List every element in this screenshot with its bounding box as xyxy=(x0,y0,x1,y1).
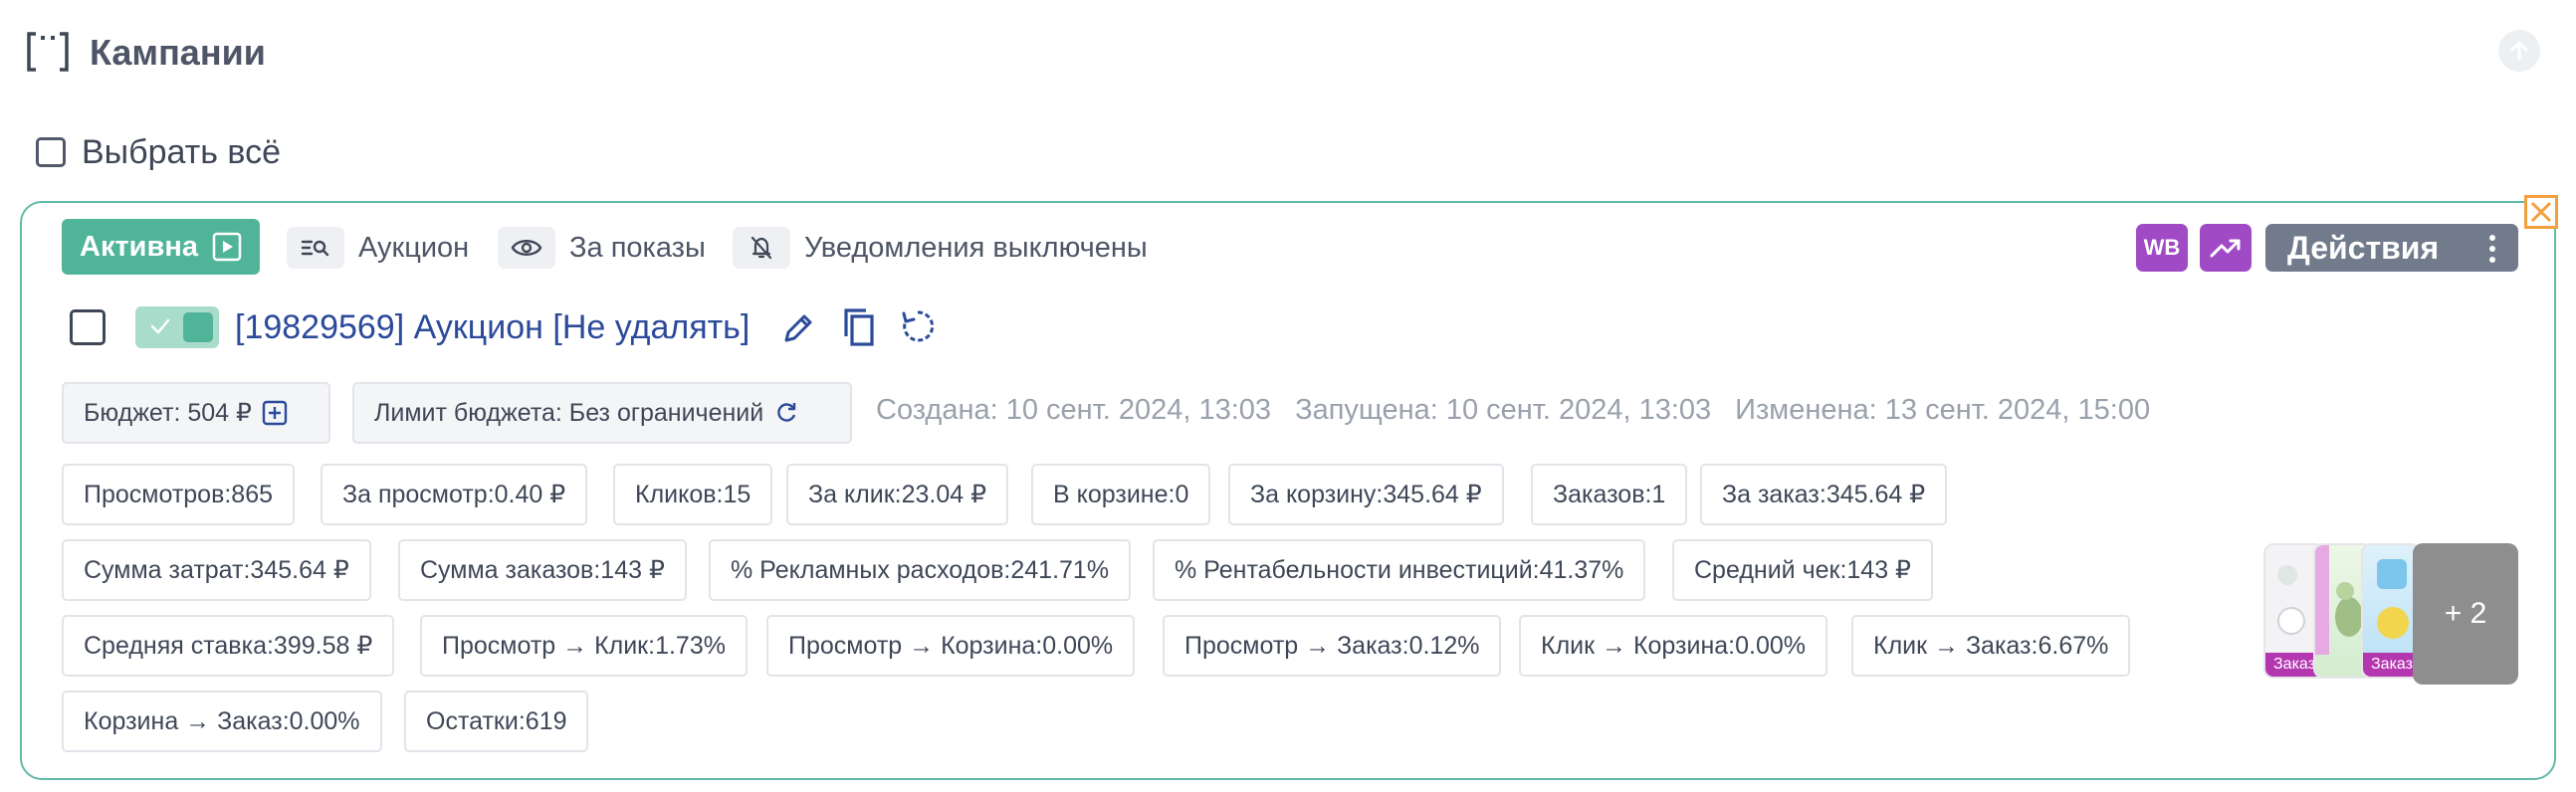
metric-chip: Средний чек:143 ₽ xyxy=(1672,539,1933,601)
arrow-up-icon xyxy=(2510,41,2528,61)
thumbnail-band: Заказ xyxy=(2363,653,2419,677)
metric-chip: Клик → Заказ:6.67% xyxy=(1851,615,2131,677)
tag-auction: Аукцион xyxy=(287,225,469,271)
stats-button[interactable] xyxy=(2200,224,2252,272)
add-box-icon[interactable] xyxy=(262,400,288,426)
refresh-icon[interactable] xyxy=(900,308,936,349)
select-all[interactable]: Выбрать всё xyxy=(36,130,281,174)
actions-button[interactable]: Действия xyxy=(2265,224,2518,272)
campaign-toggle[interactable] xyxy=(135,306,219,348)
metric-chip: % Рекламных расходов:241.71% xyxy=(709,539,1132,601)
status-active-button[interactable]: Активна xyxy=(62,219,260,275)
select-all-checkbox[interactable] xyxy=(36,137,66,167)
tag-notifications: Уведомления выключены xyxy=(733,225,1148,271)
metric-chip: Заказов:1 xyxy=(1531,464,1688,525)
metric-chip: Клик → Корзина:0.00% xyxy=(1519,615,1828,677)
metric-chip: Просмотр → Заказ:0.12% xyxy=(1163,615,1502,677)
actions-label: Действия xyxy=(2287,229,2440,266)
close-icon[interactable] xyxy=(2524,195,2558,229)
page-title: Кампании xyxy=(90,32,266,73)
metric-chip: Кликов:15 xyxy=(613,464,773,525)
budget-limit-label: Лимит бюджета: Без ограничений xyxy=(374,398,764,427)
search-list-icon xyxy=(287,227,344,269)
tag-label: Аукцион xyxy=(358,231,470,264)
bell-off-icon xyxy=(733,227,790,269)
metric-chip: Просмотров:865 xyxy=(62,464,296,525)
edit-icon[interactable] xyxy=(782,310,816,349)
metric-chip: % Рентабельности инвестиций:41.37% xyxy=(1153,539,1646,601)
metric-chip: За просмотр:0.40 ₽ xyxy=(321,464,588,525)
campaign-name-link[interactable]: [19829569] Аукцион [Не удалять] xyxy=(235,304,750,350)
budget-chip[interactable]: Бюджет: 504 ₽ xyxy=(62,382,330,444)
tag-label: Уведомления выключены xyxy=(804,231,1148,264)
metric-chip: Просмотр → Корзина:0.00% xyxy=(766,615,1136,677)
metric-chip: За корзину:345.64 ₽ xyxy=(1228,464,1504,525)
budget-label: Бюджет: 504 ₽ xyxy=(84,399,252,427)
metric-chip: Корзина → Заказ:0.00% xyxy=(62,691,382,752)
scroll-top-button[interactable] xyxy=(2498,30,2540,72)
metric-chip: В корзине:0 xyxy=(1031,464,1211,525)
wb-button[interactable]: WB xyxy=(2136,224,2188,272)
toggle-knob xyxy=(183,312,213,342)
metric-chip: Сумма затрат:345.64 ₽ xyxy=(62,539,371,601)
play-icon xyxy=(212,232,242,262)
tag-impressions: За показы xyxy=(498,225,706,271)
status-label: Активна xyxy=(80,230,198,263)
metric-chip: За клик:23.04 ₽ xyxy=(786,464,1009,525)
metric-chip: За заказ:345.64 ₽ xyxy=(1700,464,1948,525)
metric-chip: Просмотр → Клик:1.73% xyxy=(420,615,748,677)
check-icon xyxy=(150,318,170,334)
campaign-checkbox[interactable] xyxy=(70,309,106,345)
budget-limit-chip[interactable]: Лимит бюджета: Без ограничений xyxy=(352,382,852,444)
more-products-button[interactable]: + 2 xyxy=(2413,543,2518,685)
created-date: Создана: 10 сент. 2024, 13:03 xyxy=(876,394,1272,426)
eye-icon xyxy=(498,227,555,269)
copy-icon[interactable] xyxy=(838,304,878,353)
campaigns-icon xyxy=(26,30,70,74)
more-vertical-icon xyxy=(2489,235,2495,263)
modified-date: Изменена: 13 сент. 2024, 15:00 xyxy=(1735,394,2151,426)
metric-chip: Остатки:619 xyxy=(404,691,589,752)
product-image xyxy=(2377,559,2409,639)
trending-up-icon xyxy=(2210,239,2241,258)
product-thumbnail[interactable]: Заказ xyxy=(2361,543,2421,679)
launched-date: Запущена: 10 сент. 2024, 13:03 xyxy=(1295,394,1712,426)
campaign-dates: Создана: 10 сент. 2024, 13:03 Запущена: … xyxy=(876,394,2150,434)
tag-label: За показы xyxy=(569,231,706,264)
reload-icon[interactable] xyxy=(773,400,799,426)
metric-chip: Средняя ставка:399.58 ₽ xyxy=(62,615,395,677)
select-all-label: Выбрать всё xyxy=(82,132,281,171)
metric-chip: Сумма заказов:143 ₽ xyxy=(398,539,687,601)
